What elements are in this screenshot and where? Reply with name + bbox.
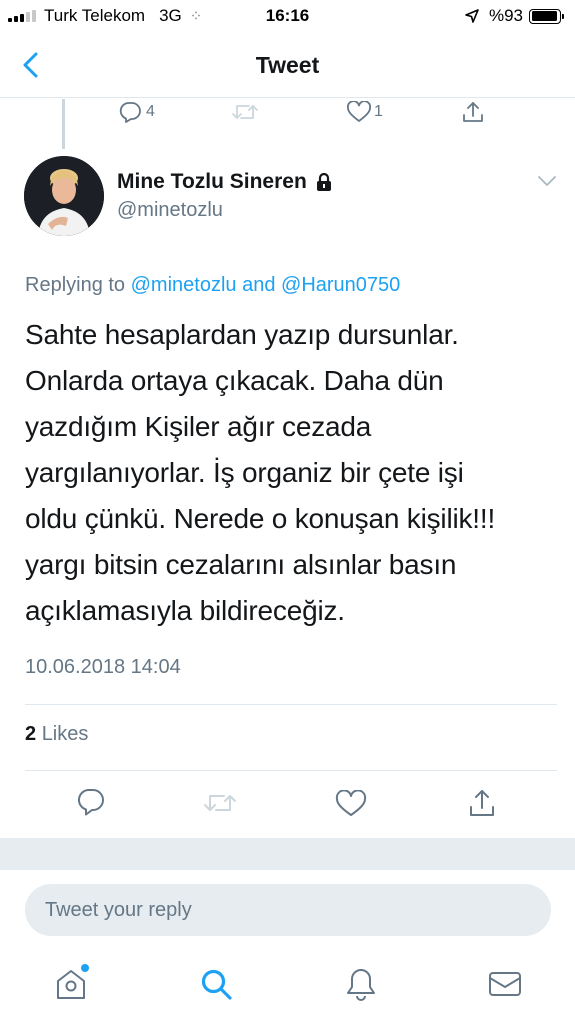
like-button[interactable] [335,790,367,818]
replying-and[interactable]: and [237,274,281,296]
tweet-options-button[interactable] [537,174,557,193]
divider [25,704,557,705]
likes-count[interactable]: 2 Likes [25,723,88,746]
bell-icon [347,969,375,1001]
heart-icon [347,101,371,122]
replying-to-link-1[interactable]: @minetozlu [131,274,237,296]
share-icon [463,102,483,122]
lock-icon [316,172,331,191]
previous-reply-count: 4 [146,103,155,120]
retweet-button[interactable] [202,790,238,816]
previous-like-button[interactable]: 1 [346,101,383,123]
heart-icon [335,790,367,816]
nav-bar: Tweet [0,34,575,98]
battery-percent: %93 [488,6,523,25]
chevron-down-icon [538,176,556,186]
likes-label: Likes [41,723,89,745]
user-handle[interactable]: @minetozlu [117,199,223,222]
section-separator [0,838,575,870]
location-arrow-icon [465,9,479,23]
search-icon [201,969,232,1000]
reply-icon [77,789,104,816]
home-notification-dot [81,964,89,972]
tab-search[interactable] [196,964,236,1004]
replying-prefix: Replying to [25,274,131,296]
display-name[interactable]: Mine Tozlu Sineren [117,170,333,194]
home-icon [57,970,85,999]
battery-icon [529,8,564,24]
previous-share-button[interactable] [461,100,485,124]
battery-fill [531,11,557,21]
share-icon [470,790,494,816]
divider [25,770,557,771]
tab-notifications[interactable] [341,964,381,1004]
previous-reply-button[interactable]: 4 [118,101,155,123]
replying-to: Replying to @minetozlu and @Harun0750 [25,274,400,297]
profile-photo [24,156,104,236]
tweet-actions [0,782,575,826]
avatar[interactable] [24,156,104,236]
share-button[interactable] [467,788,497,818]
envelope-icon [489,972,521,996]
previous-retweet-button[interactable] [230,101,260,123]
tweet-timestamp: 10.06.2018 14:04 [25,656,181,678]
retweet-icon [204,795,236,811]
tab-bar [0,950,575,1024]
reply-icon [119,102,141,123]
tweet-text: Sahte hesaplardan yazıp dursunlar. Onlar… [25,319,496,626]
previous-tweet-actions: 4 1 [0,99,575,129]
retweet-icon [232,105,258,119]
display-name-text: Mine Tozlu Sineren [117,170,307,193]
status-bar: Turk Telekom 3G ⁘ 16:16 %93 [0,0,575,34]
reply-button[interactable] [76,788,106,816]
status-right: %93 [465,6,564,26]
replying-to-link-2[interactable]: @Harun0750 [281,274,400,296]
previous-like-count: 1 [374,103,383,120]
page-title: Tweet [255,52,320,78]
reply-bar: Tweet your reply [0,870,575,950]
likes-number: 2 [25,723,37,745]
tab-home[interactable] [51,964,91,1004]
tab-messages[interactable] [485,964,525,1004]
tweet-header: Mine Tozlu Sineren @minetozlu [24,156,559,238]
reply-input[interactable]: Tweet your reply [25,884,551,936]
